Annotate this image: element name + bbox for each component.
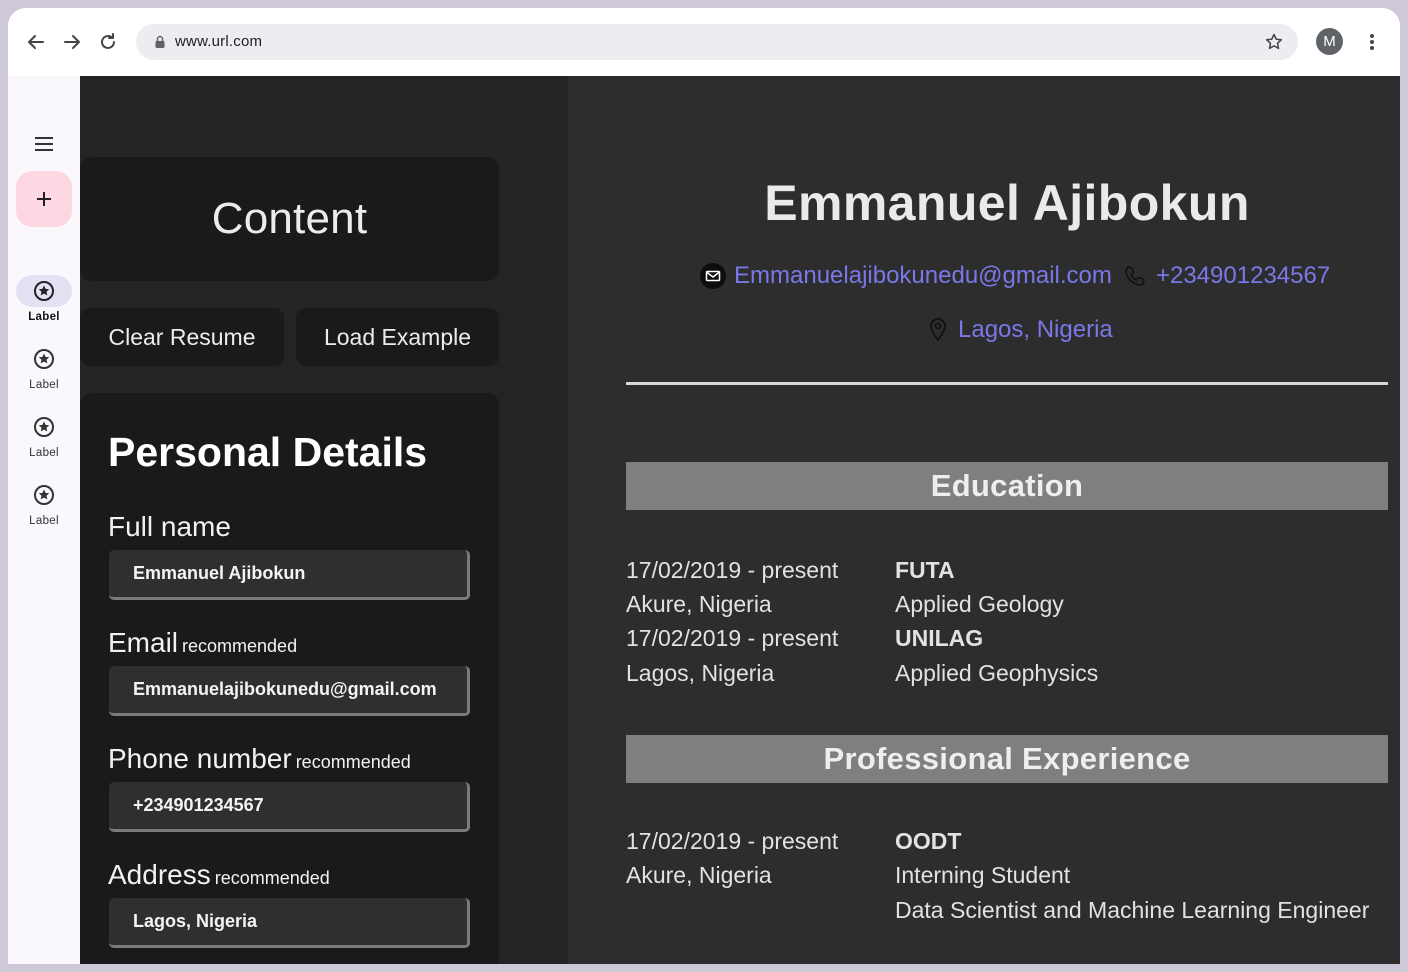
back-icon[interactable] [22,28,50,56]
exp-company: OODT [895,828,962,854]
recommended-tag: recommended [295,752,411,772]
exp-location: Akure, Nigeria [626,862,772,888]
address-input[interactable] [109,898,470,948]
experience-heading: Professional Experience [626,735,1388,783]
header-divider [626,382,1388,385]
content-header-card: Content [80,157,499,281]
personal-details-heading: Personal Details [108,429,428,475]
clear-resume-button[interactable]: Clear Resume [80,308,284,366]
more-vert-icon[interactable] [1360,28,1384,56]
full-name-input[interactable] [109,550,470,600]
rail-item-3[interactable]: Label [8,411,80,467]
rail-item-label: Label [29,515,59,527]
phone-label: Phone number recommended [108,743,411,774]
personal-details-card: Personal Details Full name Emailrecommen… [80,393,499,964]
resume-email[interactable]: Emmanuelajibokunedu@gmail.com [700,262,1112,290]
rail-item-1[interactable]: Label [8,275,80,331]
edu-school: UNILAG [895,625,984,651]
star-circle-icon [34,349,54,369]
resume-location[interactable]: Lagos, Nigeria [926,316,1113,344]
edu-date: 17/02/2019 - present [626,557,839,583]
resume-location-text: Lagos, Nigeria [958,316,1113,343]
phone-input[interactable] [109,782,470,832]
exp-date: 17/02/2019 - present [626,828,839,854]
exp-description: Data Scientist and Machine Learning Engi… [895,897,1370,923]
editor-panel: Content Clear Resume Load Example Person… [80,76,568,964]
email-icon [700,263,726,289]
star-circle-icon [34,281,54,301]
education-heading: Education [626,462,1388,510]
edu-school: FUTA [895,557,955,583]
exp-position: Interning Student [895,862,1071,888]
load-example-button[interactable]: Load Example [296,308,499,366]
location-pin-icon [926,317,950,343]
resume-preview: Emmanuel Ajibokun Emmanuelajibokunedu@gm… [568,76,1400,964]
star-circle-icon [34,417,54,437]
email-input[interactable] [109,666,470,716]
reload-icon[interactable] [94,28,122,56]
resume-email-text: Emmanuelajibokunedu@gmail.com [734,262,1112,289]
rail-item-2[interactable]: Label [8,343,80,399]
plus-icon [37,192,51,206]
url-text: www.url.com [175,33,263,50]
edu-location: Akure, Nigeria [626,591,772,617]
recommended-tag: recommended [214,868,330,888]
edu-location: Lagos, Nigeria [626,660,775,686]
full-name-label: Full name [108,511,231,542]
navigation-rail: Label Label Label Label [8,76,80,964]
add-fab-button[interactable] [16,171,72,227]
bookmark-star-icon[interactable] [1264,32,1284,52]
browser-window: www.url.com M Label Label Label Label Co… [8,8,1400,964]
resume-phone-text: +234901234567 [1156,262,1331,289]
address-label: Address recommended [108,859,330,890]
phone-icon [1122,263,1148,289]
rail-item-label: Label [29,379,59,391]
edu-date: 17/02/2019 - present [626,625,839,651]
content-title: Content [211,194,368,243]
rail-item-label: Label [28,311,60,323]
edu-degree: Applied Geophysics [895,660,1099,686]
rail-item-label: Label [29,447,59,459]
lock-icon [155,35,165,48]
address-bar[interactable]: www.url.com [136,24,1298,60]
resume-phone[interactable]: +234901234567 [1122,262,1330,290]
forward-icon[interactable] [58,28,86,56]
rail-item-4[interactable]: Label [8,479,80,535]
email-label: Email recommended [108,627,298,658]
edu-degree: Applied Geology [895,591,1064,617]
menu-icon[interactable] [30,130,58,158]
recommended-tag: recommended [182,636,298,656]
browser-toolbar: www.url.com M [8,8,1400,76]
resume-name: Emmanuel Ajibokun [764,175,1250,231]
profile-avatar[interactable]: M [1316,28,1343,55]
star-circle-icon [34,485,54,505]
